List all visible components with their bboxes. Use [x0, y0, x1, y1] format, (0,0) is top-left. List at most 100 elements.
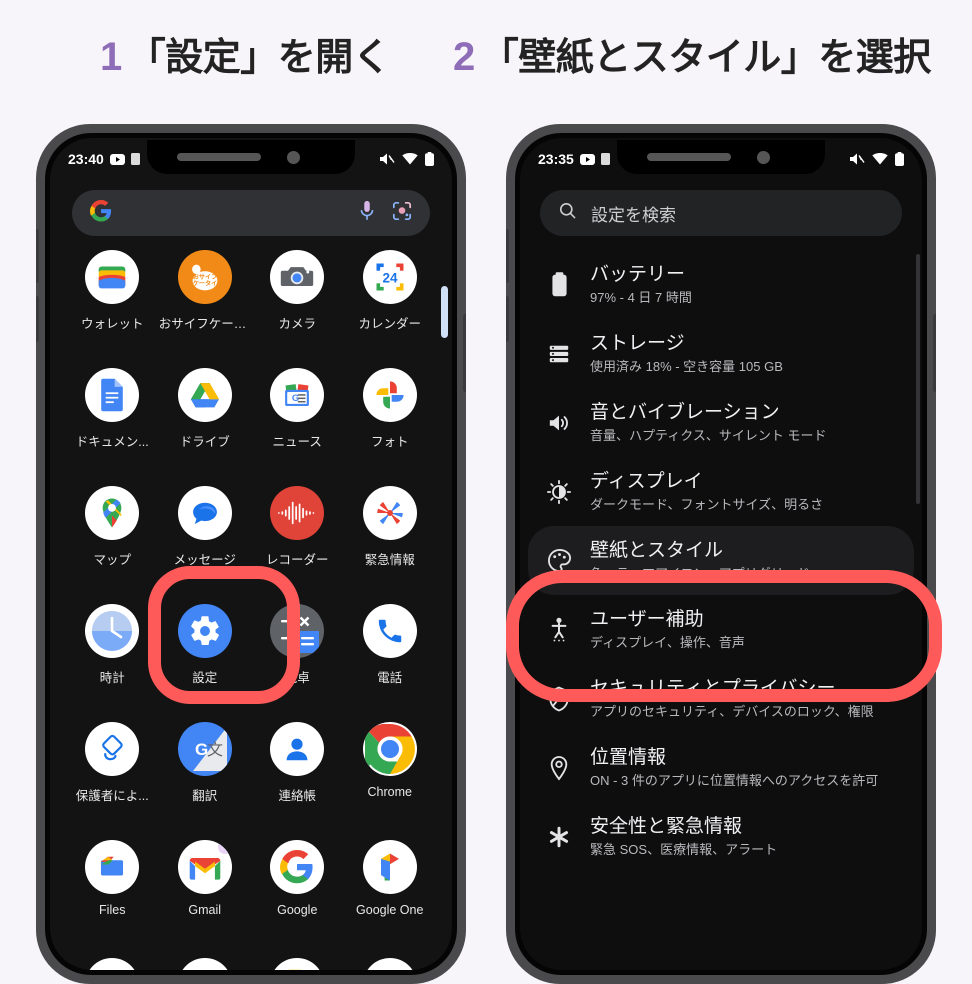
google-calendar-icon: 24	[362, 250, 417, 304]
settings-row-subtitle: ON - 3 件のアプリに位置情報へのアクセスを許可	[590, 772, 879, 788]
personal-safety-icon	[362, 486, 417, 540]
app-label: 設定	[192, 671, 218, 685]
google-meet-icon	[362, 958, 417, 970]
google-g-icon	[90, 199, 112, 227]
app-label: マップ	[93, 553, 131, 567]
tutorial-screenshot: 1 「設定」を開く 2 「壁紙とスタイル」を選択 23:40 ウォレット おサイ…	[0, 0, 972, 984]
osaifu-keitai-icon: おサイフ ケータイ	[177, 250, 232, 304]
volume-up-button[interactable]	[36, 229, 39, 283]
settings-row-subtitle: 使用済み 18% - 空き容量 105 GB	[590, 358, 783, 374]
app-icon-calculator[interactable]: 電卓	[251, 604, 344, 714]
app-icon-google-meet[interactable]	[344, 958, 437, 970]
settings-row-title: ユーザー補助	[590, 609, 704, 630]
settings-search-input[interactable]: 設定を検索	[591, 201, 676, 226]
app-icon-google[interactable]: Google	[251, 840, 344, 950]
settings-row-accessibility[interactable]: ユーザー補助 ディスプレイ、操作、音声	[528, 595, 914, 664]
app-label: Files	[99, 903, 126, 917]
settings-row-title: 音とバイブレーション	[590, 402, 780, 423]
right-status-bar: 23:35	[520, 138, 922, 180]
app-icon-chrome[interactable]: Chrome	[344, 722, 437, 832]
recorder-icon	[270, 486, 325, 540]
svg-text:文: 文	[207, 741, 223, 759]
settings-row-subtitle: 音量、ハプティクス、サイレント モード	[590, 427, 827, 443]
app-icon-translate[interactable]: G文 翻訳	[159, 722, 252, 832]
app-icon-contacts[interactable]: 連絡帳	[251, 722, 344, 832]
settings-row-title: ディスプレイ	[590, 471, 703, 492]
youtube-icon	[109, 153, 125, 165]
left-status-bar: 23:40	[50, 138, 452, 180]
app-icon-wallet[interactable]: ウォレット	[66, 250, 159, 360]
settings-row-security-privacy[interactable]: セキュリティとプライバシー アプリのセキュリティ、デバイスのロック、権限	[528, 664, 914, 733]
volume-up-button[interactable]	[506, 229, 509, 283]
app-icon-google-home[interactable]	[159, 958, 252, 970]
google-tv-icon	[85, 958, 140, 970]
app-icon-osaifu-keitai[interactable]: おサイフ ケータイ おサイフケータイ	[159, 250, 252, 360]
right-phone-mockup: 23:35 設定を検索 バッテリー 97% - 4 日 7 時間 ストレージ 使…	[506, 124, 936, 984]
settings-row-wallpaper-style[interactable]: 壁紙とスタイル 色、テーマアイコン、アプリグリッド	[528, 526, 914, 595]
app-icon-camera[interactable]: カメラ	[251, 250, 344, 360]
app-icon-calendar[interactable]: 24 カレンダー	[344, 250, 437, 360]
settings-row-subtitle: 色、テーマアイコン、アプリグリッド	[590, 565, 810, 581]
app-label: Gmail	[188, 903, 222, 917]
app-icon-recorder[interactable]: レコーダー	[251, 486, 344, 596]
settings-row-safety-emergency[interactable]: 安全性と緊急情報 緊急 SOS、医療情報、アラート	[528, 802, 914, 871]
app-icon-google-tv[interactable]	[66, 958, 159, 970]
settings-gear-icon	[177, 604, 232, 658]
settings-row-subtitle: 97% - 4 日 7 時間	[590, 289, 692, 305]
step-headings: 1 「設定」を開く 2 「壁紙とスタイル」を選択	[0, 0, 972, 110]
right-phone-screen: 23:35 設定を検索 バッテリー 97% - 4 日 7 時間 ストレージ 使…	[520, 138, 922, 970]
step-2-heading: 2 「壁紙とスタイル」を選択	[453, 26, 931, 81]
app-icon-news[interactable]: G ニュース	[251, 368, 344, 478]
app-icon-files[interactable]: Files	[66, 840, 159, 950]
calculator-icon	[270, 604, 325, 658]
app-label: 電話	[377, 671, 403, 685]
app-drawer-grid: ウォレット おサイフ ケータイ おサイフケータイ カメラ 24 カレンダー ドキ…	[50, 250, 452, 970]
app-icon-docs[interactable]: ドキュメン...	[66, 368, 159, 478]
app-icon-google-one[interactable]: Google One	[344, 840, 437, 950]
app-icon-clock[interactable]: 時計	[66, 604, 159, 714]
settings-row-location[interactable]: 位置情報 ON - 3 件のアプリに位置情報へのアクセスを許可	[528, 733, 914, 802]
app-label: Google One	[356, 903, 424, 917]
app-label: ドキュメン...	[75, 435, 149, 449]
power-button[interactable]	[463, 314, 466, 392]
wallpaper-palette-icon	[542, 548, 576, 573]
app-icon-drive[interactable]: ドライブ	[159, 368, 252, 478]
location-pin-icon	[542, 755, 576, 781]
app-label: 翻訳	[192, 789, 218, 803]
app-label: カレンダー	[358, 317, 421, 331]
settings-row-subtitle: アプリのセキュリティ、デバイスのロック、権限	[590, 703, 874, 719]
google-lens-icon[interactable]	[392, 201, 412, 226]
battery-icon	[895, 152, 904, 166]
step-1-text: 「設定」を開く	[127, 37, 391, 79]
app-icon-google-keep[interactable]	[251, 958, 344, 970]
app-icon-family-link[interactable]: 保護者によ...	[66, 722, 159, 832]
app-icon-maps[interactable]: マップ	[66, 486, 159, 596]
settings-row-subtitle: ディスプレイ、操作、音声	[590, 634, 745, 650]
step-1-heading: 1 「設定」を開く	[100, 26, 391, 81]
app-icon-personal-safety[interactable]: 緊急情報	[344, 486, 437, 596]
phone-icon	[362, 604, 417, 658]
app-icon-photos[interactable]: フォト	[344, 368, 437, 478]
app-icon-gmail[interactable]: Gmail	[159, 840, 252, 950]
storage-icon	[542, 342, 576, 366]
power-button[interactable]	[933, 314, 936, 392]
app-icon-phone[interactable]: 電話	[344, 604, 437, 714]
settings-row-battery[interactable]: バッテリー 97% - 4 日 7 時間	[528, 250, 914, 319]
app-label: ドライブ	[179, 435, 230, 449]
google-docs-icon	[85, 368, 140, 422]
left-phone-screen: 23:40 ウォレット おサイフ ケータイ おサイフケータイ カメラ 24 カレ…	[50, 138, 452, 970]
settings-row-sound[interactable]: 音とバイブレーション 音量、ハプティクス、サイレント モード	[528, 388, 914, 457]
app-label: カメラ	[278, 317, 316, 331]
volume-down-button[interactable]	[506, 296, 509, 342]
settings-search-bar[interactable]: 設定を検索	[540, 190, 902, 236]
app-icon-messages[interactable]: メッセージ	[159, 486, 252, 596]
google-search-bar[interactable]	[72, 190, 430, 236]
settings-row-display[interactable]: ディスプレイ ダークモード、フォントサイズ、明るさ	[528, 457, 914, 526]
app-icon-settings[interactable]: 設定	[159, 604, 252, 714]
notification-badge	[217, 840, 232, 854]
wifi-icon	[872, 153, 888, 165]
microphone-icon[interactable]	[358, 200, 376, 227]
google-drive-icon	[177, 368, 232, 422]
settings-row-storage[interactable]: ストレージ 使用済み 18% - 空き容量 105 GB	[528, 319, 914, 388]
volume-down-button[interactable]	[36, 296, 39, 342]
